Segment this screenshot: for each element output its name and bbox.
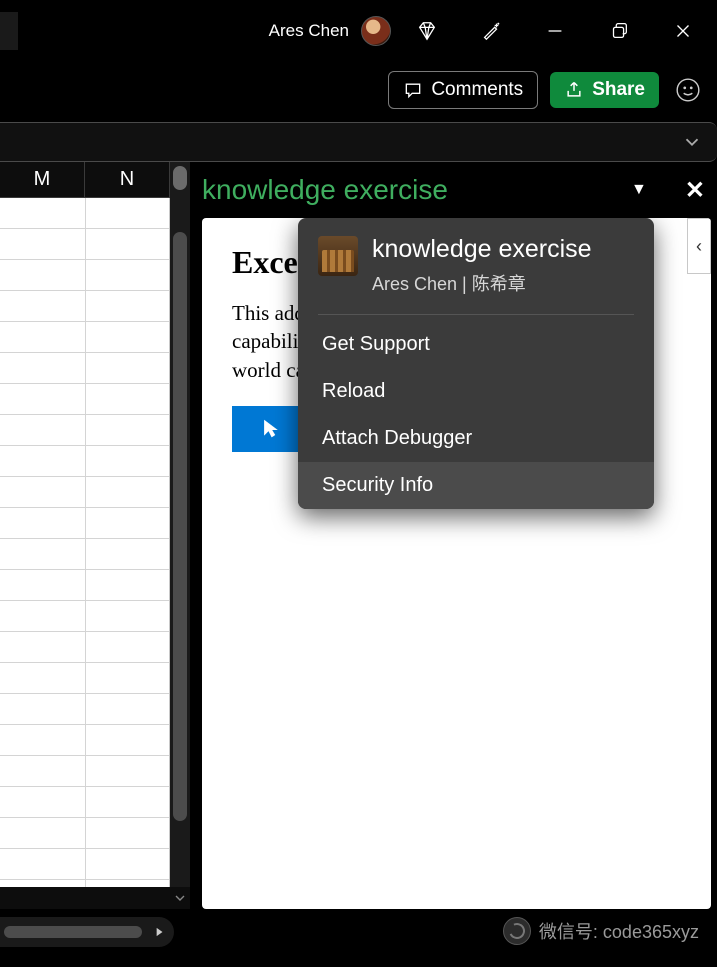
task-pane-body: ‹ Excel This add- capability world can: [202, 218, 711, 909]
context-menu-title: knowledge exercise: [372, 236, 592, 264]
context-menu-header: knowledge exercise Ares Chen | 陈希章: [298, 218, 654, 312]
addin-context-menu: knowledge exercise Ares Chen | 陈希章 Get S…: [298, 218, 654, 509]
scrollbar-thumb-top[interactable]: [173, 166, 187, 190]
watermark-text: 微信号: code365xyz: [539, 918, 699, 944]
account-avatar[interactable]: [361, 16, 391, 46]
formula-bar[interactable]: [0, 122, 717, 162]
collapse-tab-icon[interactable]: ‹: [687, 218, 711, 274]
horizontal-scrollbar[interactable]: [0, 917, 174, 947]
scroll-down-icon[interactable]: [170, 887, 190, 909]
addin-books-icon: [318, 236, 358, 276]
watermark: 微信号: code365xyz: [503, 917, 699, 945]
vertical-scrollbar[interactable]: [170, 162, 190, 198]
column-header-n[interactable]: N: [85, 162, 170, 198]
scroll-right-icon[interactable]: [150, 923, 168, 941]
context-menu-subtitle: Ares Chen | 陈希章: [372, 270, 592, 296]
titlebar-left-stub: [0, 12, 18, 50]
feedback-smile-icon[interactable]: [671, 73, 705, 107]
account-username[interactable]: Ares Chen: [269, 21, 349, 41]
column-header-m[interactable]: M: [0, 162, 85, 198]
addin-run-button[interactable]: [232, 406, 308, 452]
task-pane-close-icon[interactable]: ✕: [685, 176, 705, 205]
horizontal-scrollbar-thumb[interactable]: [4, 926, 142, 938]
cell-grid[interactable]: [0, 198, 170, 887]
task-pane-header: knowledge exercise ▼ ✕: [202, 162, 717, 218]
restore-button[interactable]: [591, 8, 647, 54]
close-window-button[interactable]: [655, 8, 711, 54]
comments-label: Comments: [431, 79, 523, 101]
minimize-button[interactable]: [527, 8, 583, 54]
action-bar: Comments Share: [0, 62, 717, 118]
diamond-icon[interactable]: [399, 8, 455, 54]
context-menu-item[interactable]: Attach Debugger: [298, 415, 654, 462]
scrollbar-thumb[interactable]: [173, 232, 187, 821]
task-pane: knowledge exercise ▼ ✕ ‹ Excel This add-…: [190, 162, 717, 909]
spreadsheet-grid: M N: [0, 162, 190, 909]
wechat-icon: [503, 917, 531, 945]
share-label: Share: [592, 79, 645, 101]
share-button[interactable]: Share: [550, 72, 659, 108]
magic-pen-icon[interactable]: [463, 8, 519, 54]
task-pane-title: knowledge exercise: [202, 174, 621, 206]
chevron-down-icon[interactable]: [681, 131, 703, 153]
context-menu-item[interactable]: Security Info: [298, 462, 654, 509]
task-pane-menu-caret-icon[interactable]: ▼: [631, 181, 647, 199]
vertical-scrollbar-track[interactable]: [170, 198, 190, 887]
menu-divider: [318, 314, 634, 315]
column-header-row: M N: [0, 162, 190, 198]
context-menu-item[interactable]: Reload: [298, 368, 654, 415]
context-menu-item[interactable]: Get Support: [298, 321, 654, 368]
workspace: M N knowledge exercise ▼ ✕: [0, 162, 717, 909]
comments-button[interactable]: Comments: [388, 71, 538, 109]
window-titlebar: Ares Chen: [0, 0, 717, 62]
